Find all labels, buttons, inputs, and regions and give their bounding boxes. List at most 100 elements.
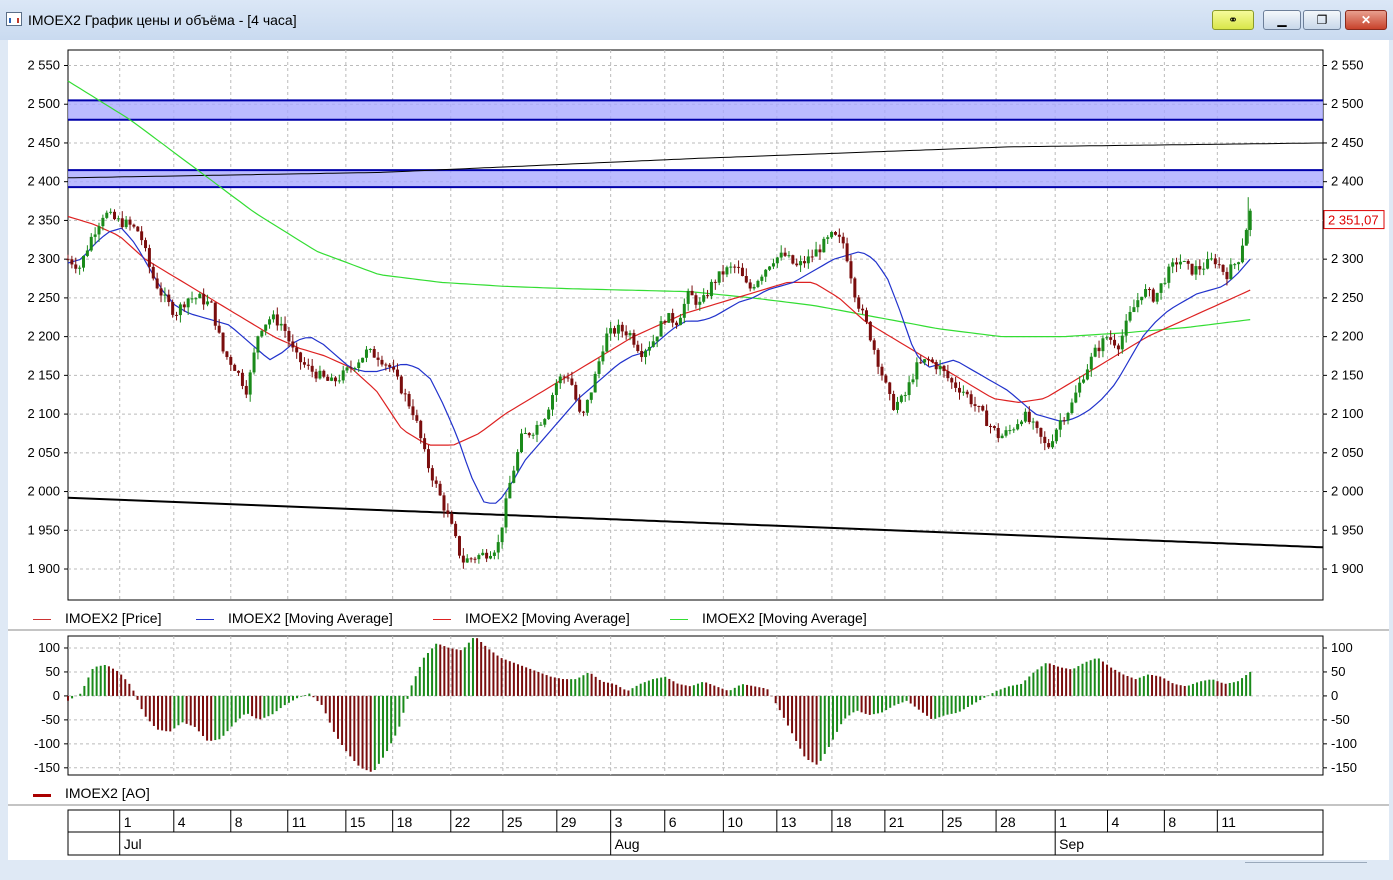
candle-body	[167, 294, 171, 303]
candle-body	[403, 393, 407, 395]
ao-tick-label-right: -50	[1331, 712, 1350, 727]
candle-body	[244, 385, 248, 395]
candle-body	[543, 419, 547, 425]
candle-body	[845, 243, 849, 262]
candle-body	[275, 314, 279, 326]
minimize-button[interactable]: ▁	[1263, 10, 1301, 30]
candle-body	[861, 308, 865, 311]
candle-body	[1244, 229, 1248, 246]
candle-body	[442, 495, 446, 511]
candle-body	[830, 232, 834, 238]
candle-body	[399, 376, 403, 394]
candle-body	[1167, 266, 1171, 283]
candle-body	[1027, 411, 1031, 423]
candle-body	[973, 404, 977, 406]
candle-body	[504, 498, 508, 528]
link-button[interactable]: ⚭	[1212, 10, 1254, 30]
close-button[interactable]: ✕	[1345, 10, 1387, 30]
maximize-button[interactable]: ❐	[1303, 10, 1341, 30]
candle-body	[942, 365, 946, 372]
candle-body	[977, 405, 981, 407]
ao-tick-label-right: -150	[1331, 760, 1357, 775]
candle-body	[651, 341, 655, 347]
candle-body	[923, 359, 927, 363]
day-label: 1	[1059, 814, 1067, 830]
y-tick-label-left: 2 550	[27, 57, 60, 72]
y-tick-label-right: 2 450	[1331, 135, 1364, 150]
candle-body	[791, 255, 795, 264]
candle-body	[558, 376, 562, 384]
candle-body	[853, 278, 857, 298]
candle-body	[271, 314, 275, 320]
title-bar: IMOEX2 График цены и объёма - [4 часа] ⚭…	[0, 0, 1393, 40]
candle-body	[178, 304, 182, 316]
candle-body	[551, 395, 555, 410]
candle-body	[217, 325, 221, 333]
candle-body	[384, 364, 388, 366]
candle-body	[136, 226, 140, 232]
candle-body	[578, 399, 582, 412]
legend-label: IMOEX2 [Price]	[65, 610, 162, 626]
candle-body	[733, 266, 737, 268]
candle-body	[144, 240, 148, 249]
candle-body	[667, 313, 671, 323]
candle-body	[985, 410, 989, 426]
candle-body	[535, 424, 539, 435]
candle-body	[768, 266, 772, 270]
candle-body	[562, 376, 566, 378]
candle-body	[818, 249, 822, 253]
candle-body	[1109, 337, 1113, 340]
maximize-icon: ❐	[1316, 13, 1328, 27]
candle-body	[89, 236, 93, 251]
chart-window: 2 550 2 550 2 500 2 500 2 450 2 450 2 400 2 400…	[8, 40, 1389, 860]
candle-body	[488, 555, 492, 559]
candle-body	[151, 266, 155, 279]
candle-body	[857, 297, 861, 309]
candle-body	[814, 249, 818, 257]
y-tick-label-right: 2 300	[1331, 251, 1364, 266]
candle-body	[1128, 311, 1132, 321]
candle-body	[613, 328, 617, 334]
candle-body	[93, 234, 97, 237]
candle-body	[446, 510, 450, 514]
candle-body	[132, 224, 136, 227]
day-label: 15	[350, 814, 366, 830]
candle-body	[326, 376, 330, 381]
candle-body	[721, 271, 725, 275]
day-label: 21	[889, 814, 905, 830]
candle-body	[729, 266, 733, 268]
day-label: 11	[292, 814, 307, 830]
day-label: 29	[561, 814, 577, 830]
candle-body	[438, 483, 442, 496]
legend-label: IMOEX2 [AO]	[65, 785, 150, 801]
candle-body	[632, 333, 636, 345]
candle-body	[128, 219, 132, 225]
candle-body	[1198, 266, 1202, 270]
day-label: 25	[507, 814, 523, 830]
candle-body	[620, 324, 624, 332]
legend-swatch	[33, 794, 51, 797]
ao-tick-label-left: 50	[46, 664, 60, 679]
y-tick-label-right: 2 000	[1331, 484, 1364, 499]
ao-tick-label-left: 0	[53, 688, 60, 703]
candle-body	[357, 362, 361, 369]
candle-body	[624, 331, 628, 336]
candle-body	[337, 380, 341, 382]
candle-body	[411, 406, 415, 416]
y-tick-label-left: 2 100	[27, 406, 60, 421]
day-label: 4	[1112, 814, 1120, 830]
candle-body	[388, 364, 392, 368]
candle-body	[686, 290, 690, 304]
candle-body	[392, 367, 396, 370]
chart-canvas[interactable]: 2 550 2 550 2 500 2 500 2 450 2 450 2 400 2 400…	[8, 40, 1389, 860]
y-tick-label-left: 2 250	[27, 290, 60, 305]
day-label: 6	[669, 814, 677, 830]
candle-body	[1058, 420, 1062, 430]
candle-body	[1124, 320, 1128, 336]
candle-body	[1144, 289, 1148, 297]
candle-body	[1066, 413, 1070, 421]
candle-body	[1113, 339, 1117, 346]
candle-body	[1178, 261, 1182, 265]
candle-body	[682, 303, 686, 318]
day-label: 13	[781, 814, 797, 830]
